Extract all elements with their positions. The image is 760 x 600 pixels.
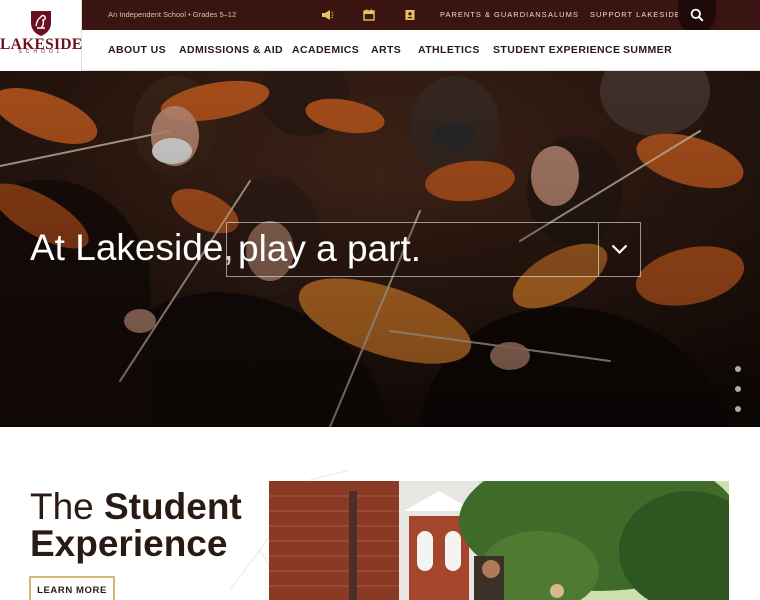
section-title: The Student Experience — [30, 488, 242, 562]
nav-arts[interactable]: ARTS — [371, 30, 401, 71]
student-experience-photo — [269, 481, 729, 600]
nav-student-experience[interactable]: STUDENT EXPERIENCE — [493, 30, 620, 71]
nav-about-us[interactable]: ABOUT US — [108, 30, 166, 71]
hero-dropdown-value: play a part. — [238, 228, 422, 269]
link-support-lakeside[interactable]: SUPPORT LAKESIDE — [590, 0, 681, 30]
main-navigation: ABOUT US ADMISSIONS & AID ACADEMICS ARTS… — [82, 30, 760, 71]
link-alums[interactable]: ALUMS — [548, 0, 579, 30]
title-prefix: The — [30, 486, 105, 527]
search-icon — [690, 8, 704, 22]
learn-more-button[interactable]: LEARN MORE — [29, 576, 115, 600]
slide-dot-3[interactable] — [735, 406, 741, 412]
crest-icon — [31, 11, 51, 36]
tagline: An Independent School • Grades 5–12 — [108, 10, 237, 19]
search-button[interactable] — [678, 0, 716, 34]
nav-summer[interactable]: SUMMER — [623, 30, 672, 71]
school-logo[interactable]: LAKESIDE SCHOOL — [0, 0, 82, 71]
nav-academics[interactable]: ACADEMICS — [292, 30, 359, 71]
link-parents-guardians[interactable]: PARENTS & GUARDIANS — [440, 0, 548, 30]
title-bold-1: Student — [104, 486, 242, 527]
utility-bar: An Independent School • Grades 5–12 PARE… — [82, 0, 760, 34]
nav-athletics[interactable]: ATHLETICS — [418, 30, 480, 71]
hero-headline: At Lakeside, — [30, 227, 234, 268]
calendar-icon[interactable] — [362, 8, 376, 22]
nav-admissions-aid[interactable]: ADMISSIONS & AID — [179, 30, 283, 71]
directory-icon[interactable] — [403, 8, 417, 22]
slide-dot-2[interactable] — [735, 386, 741, 392]
megaphone-icon[interactable] — [320, 8, 334, 22]
slide-dot-1[interactable] — [735, 366, 741, 372]
hero-dropdown-toggle[interactable] — [598, 223, 640, 276]
logo-subtitle: SCHOOL — [18, 49, 64, 55]
title-bold-2: Experience — [30, 523, 228, 564]
chevron-down-icon — [611, 244, 628, 255]
hero-banner: At Lakeside, play a part. — [0, 71, 760, 427]
hero-role-dropdown[interactable]: play a part. — [226, 222, 641, 277]
